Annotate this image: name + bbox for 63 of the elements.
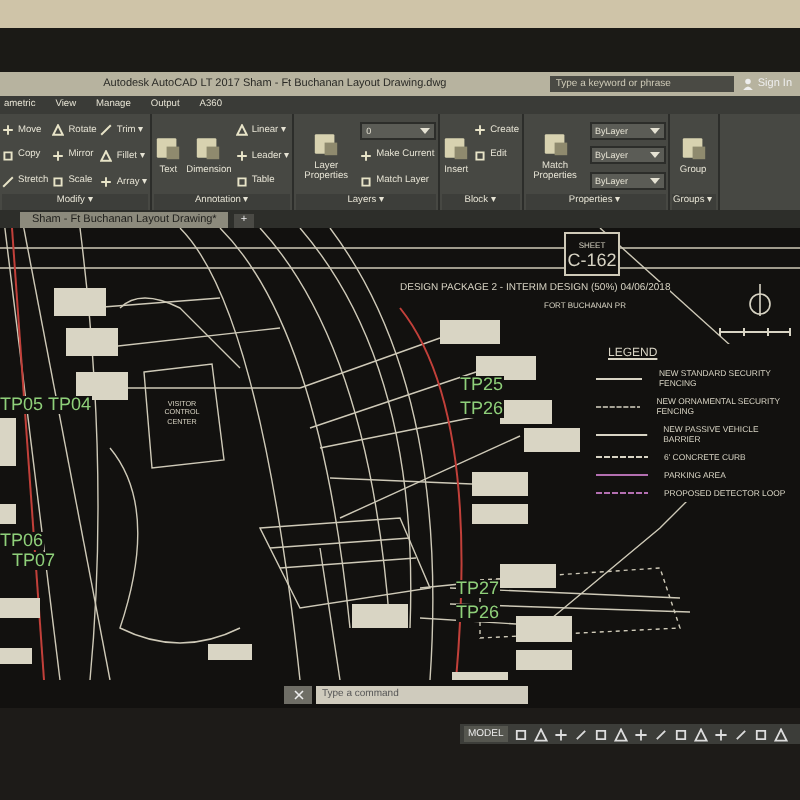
callout-box — [352, 604, 408, 628]
callout-box — [0, 504, 16, 524]
user-icon — [741, 78, 754, 90]
legend-line-icon — [596, 403, 641, 409]
tool-icon — [52, 175, 65, 188]
caret-icon — [649, 178, 659, 185]
point-label: TP07 — [12, 552, 56, 570]
tool-icon — [194, 134, 223, 163]
callout-box — [516, 650, 572, 670]
tool-icon — [52, 124, 65, 137]
tool-icon — [235, 175, 248, 188]
tool-icon — [474, 149, 487, 162]
legend-line-icon — [596, 375, 643, 381]
callout-box — [208, 644, 252, 660]
callout-box — [0, 418, 16, 466]
tool-icon — [52, 149, 65, 162]
point-label: TP25 — [460, 376, 504, 394]
caret-icon — [420, 127, 431, 134]
callout-box — [440, 320, 500, 344]
sheet-number: C-162 — [567, 249, 617, 269]
callout-box — [476, 356, 536, 380]
point-label: TP05 — [0, 396, 44, 414]
callout-box — [66, 328, 118, 356]
status-toggle-icon[interactable] — [713, 727, 728, 741]
tool-icon — [100, 175, 113, 188]
callout-box — [516, 616, 572, 642]
callout-box — [500, 564, 556, 588]
tool-icon — [541, 129, 569, 158]
callout-box — [54, 288, 106, 316]
tool-icon — [235, 124, 248, 137]
north-arrow-icon — [749, 283, 771, 317]
callout-box — [500, 400, 552, 424]
tool-icon — [360, 149, 373, 162]
point-label: TP06 — [0, 532, 44, 550]
callout-box — [452, 672, 508, 680]
legend-line-icon — [596, 490, 648, 496]
callout-box — [76, 372, 128, 400]
callout-box — [472, 504, 528, 524]
callout-box — [0, 598, 40, 618]
point-label: TP04 — [48, 396, 92, 414]
legend-line-icon — [596, 454, 648, 460]
tool-icon — [679, 134, 708, 163]
point-label: TP27 — [456, 580, 500, 598]
status-toggle-icon[interactable] — [553, 727, 568, 741]
tool-icon — [474, 124, 487, 137]
callout-box — [472, 472, 528, 496]
tool-icon — [442, 134, 471, 163]
scale-bar-icon — [719, 327, 791, 337]
caret-icon — [649, 127, 659, 134]
caret-icon — [649, 152, 659, 159]
tool-icon — [312, 129, 341, 158]
status-toggle-icon[interactable] — [633, 727, 648, 741]
callout-box — [0, 648, 32, 664]
point-label: TP26 — [460, 400, 504, 418]
callout-box — [524, 428, 580, 452]
tool-icon — [2, 124, 14, 137]
point-label: TP26 — [456, 604, 500, 622]
legend-line-icon — [596, 431, 648, 437]
tool-icon — [235, 149, 248, 162]
close-icon[interactable] — [293, 689, 303, 699]
tool-icon — [154, 134, 183, 163]
tool-icon — [360, 175, 373, 188]
legend-line-icon — [596, 472, 648, 478]
